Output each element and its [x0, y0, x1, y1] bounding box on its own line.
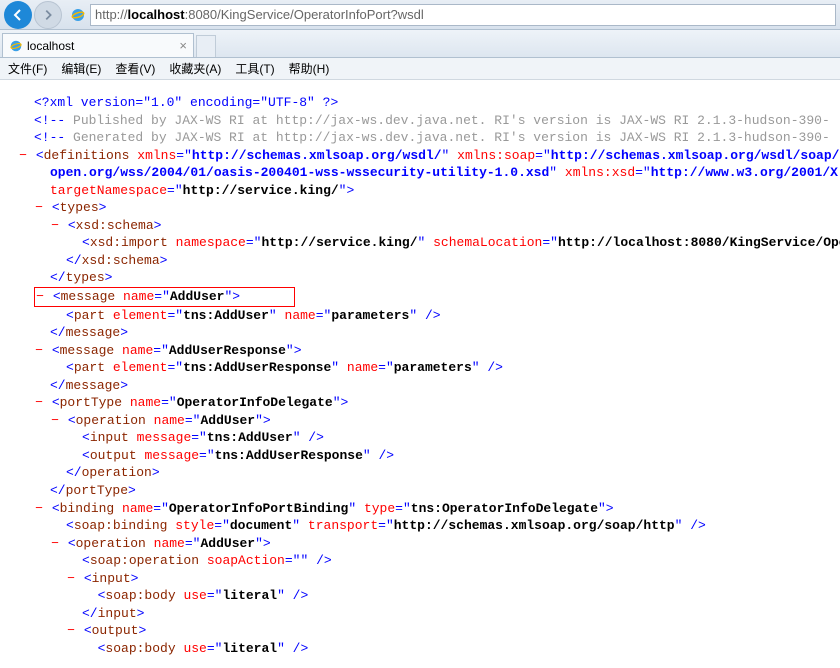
collapse-toggle[interactable]: − [50, 217, 60, 235]
menu-favorites[interactable]: 收藏夹(A) [169, 60, 221, 77]
menu-help[interactable]: 帮助(H) [289, 60, 330, 77]
collapse-toggle[interactable]: − [18, 147, 28, 165]
ie-icon [70, 7, 86, 23]
collapse-toggle[interactable]: − [34, 342, 44, 360]
menu-view[interactable]: 查看(V) [115, 60, 155, 77]
collapse-toggle[interactable]: − [66, 570, 76, 588]
xml-content: <?xml version="1.0" encoding="UTF-8" ?> … [0, 80, 840, 668]
menu-file[interactable]: 文件(F) [8, 60, 47, 77]
collapse-toggle[interactable]: − [35, 288, 45, 306]
back-button[interactable] [4, 1, 32, 29]
xml-declaration: <?xml version="1.0" encoding="UTF-8" ?> [34, 95, 338, 110]
collapse-toggle[interactable]: − [34, 199, 44, 217]
tab-bar: localhost × [0, 30, 840, 58]
browser-toolbar: http://localhost:8080/KingService/Operat… [0, 0, 840, 30]
address-bar[interactable]: http://localhost:8080/KingService/Operat… [90, 4, 836, 26]
tab-localhost[interactable]: localhost × [2, 33, 194, 57]
menu-edit[interactable]: 编辑(E) [61, 60, 101, 77]
menu-bar: 文件(F) 编辑(E) 查看(V) 收藏夹(A) 工具(T) 帮助(H) [0, 58, 840, 80]
collapse-toggle[interactable]: − [34, 500, 44, 518]
collapse-toggle[interactable]: − [34, 394, 44, 412]
close-icon[interactable]: × [179, 38, 187, 53]
forward-button[interactable] [34, 1, 62, 29]
new-tab-button[interactable] [196, 35, 216, 57]
url-text: http://localhost:8080/KingService/Operat… [95, 7, 424, 22]
collapse-toggle[interactable]: − [66, 622, 76, 640]
menu-tools[interactable]: 工具(T) [235, 60, 274, 77]
xml-comment: Generated by JAX-WS RI at http://jax-ws.… [65, 130, 830, 145]
collapse-toggle[interactable]: − [50, 412, 60, 430]
ie-icon [9, 39, 23, 53]
xml-comment: Published by JAX-WS RI at http://jax-ws.… [65, 113, 830, 128]
tab-title: localhost [27, 39, 74, 53]
collapse-toggle[interactable]: − [50, 535, 60, 553]
highlighted-message: − <message name="AddUser"> [34, 287, 295, 307]
